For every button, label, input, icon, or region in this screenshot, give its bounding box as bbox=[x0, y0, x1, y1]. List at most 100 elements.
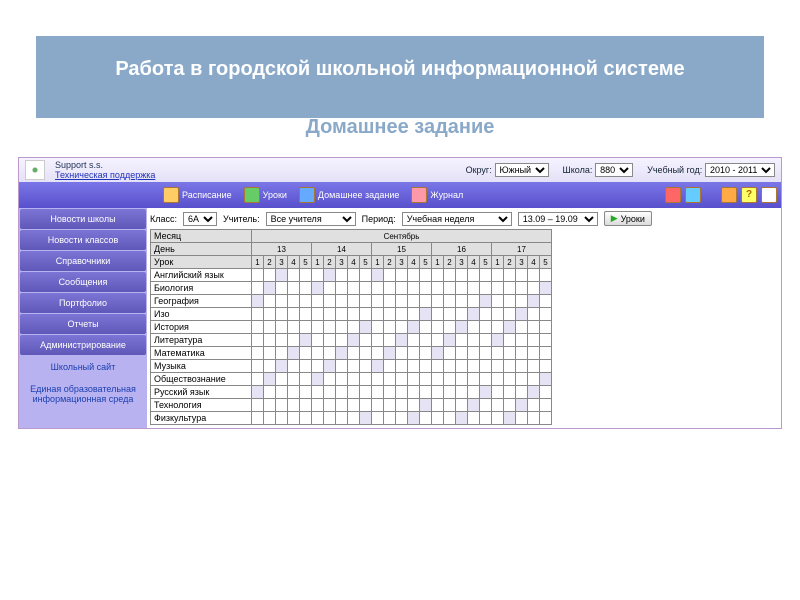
grid-cell[interactable] bbox=[300, 373, 312, 386]
grid-cell[interactable] bbox=[516, 321, 528, 334]
grid-cell[interactable] bbox=[372, 269, 384, 282]
sidebar-item-6[interactable]: Администрирование bbox=[20, 335, 146, 355]
grid-cell[interactable] bbox=[444, 347, 456, 360]
grid-cell[interactable] bbox=[324, 360, 336, 373]
grid-cell[interactable] bbox=[528, 412, 540, 425]
grid-cell[interactable] bbox=[336, 373, 348, 386]
grid-cell[interactable] bbox=[432, 295, 444, 308]
period-select[interactable]: Учебная неделя bbox=[402, 212, 512, 226]
grid-cell[interactable] bbox=[492, 373, 504, 386]
grid-cell[interactable] bbox=[396, 386, 408, 399]
grid-cell[interactable] bbox=[396, 347, 408, 360]
grid-cell[interactable] bbox=[312, 308, 324, 321]
grid-cell[interactable] bbox=[396, 295, 408, 308]
grid-cell[interactable] bbox=[516, 308, 528, 321]
grid-cell[interactable] bbox=[468, 308, 480, 321]
grid-cell[interactable] bbox=[384, 321, 396, 334]
school-select[interactable]: 880 bbox=[595, 163, 633, 177]
grid-cell[interactable] bbox=[396, 334, 408, 347]
grid-cell[interactable] bbox=[480, 282, 492, 295]
grid-cell[interactable] bbox=[480, 386, 492, 399]
exit-icon[interactable] bbox=[761, 187, 777, 203]
grid-cell[interactable] bbox=[540, 282, 552, 295]
grid-cell[interactable] bbox=[444, 282, 456, 295]
grid-cell[interactable] bbox=[432, 360, 444, 373]
grid-cell[interactable] bbox=[312, 334, 324, 347]
grid-cell[interactable] bbox=[372, 321, 384, 334]
grid-cell[interactable] bbox=[492, 308, 504, 321]
grid-cell[interactable] bbox=[252, 412, 264, 425]
grid-cell[interactable] bbox=[444, 360, 456, 373]
grid-cell[interactable] bbox=[540, 295, 552, 308]
grid-cell[interactable] bbox=[480, 412, 492, 425]
grid-cell[interactable] bbox=[516, 386, 528, 399]
grid-cell[interactable] bbox=[312, 321, 324, 334]
grid-cell[interactable] bbox=[276, 347, 288, 360]
grid-cell[interactable] bbox=[348, 386, 360, 399]
grid-cell[interactable] bbox=[540, 373, 552, 386]
grid-cell[interactable] bbox=[408, 360, 420, 373]
grid-cell[interactable] bbox=[456, 360, 468, 373]
grid-cell[interactable] bbox=[384, 373, 396, 386]
grid-cell[interactable] bbox=[420, 412, 432, 425]
grid-cell[interactable] bbox=[492, 412, 504, 425]
grid-cell[interactable] bbox=[348, 269, 360, 282]
grid-cell[interactable] bbox=[540, 386, 552, 399]
grid-cell[interactable] bbox=[324, 308, 336, 321]
grid-cell[interactable] bbox=[276, 269, 288, 282]
grid-cell[interactable] bbox=[528, 321, 540, 334]
grid-cell[interactable] bbox=[408, 399, 420, 412]
help-icon[interactable]: ? bbox=[741, 187, 757, 203]
grid-cell[interactable] bbox=[252, 321, 264, 334]
grid-cell[interactable] bbox=[456, 295, 468, 308]
edit-icon[interactable] bbox=[721, 187, 737, 203]
grid-cell[interactable] bbox=[528, 334, 540, 347]
grid-cell[interactable] bbox=[528, 295, 540, 308]
grid-cell[interactable] bbox=[252, 269, 264, 282]
grid-cell[interactable] bbox=[408, 373, 420, 386]
grid-cell[interactable] bbox=[444, 269, 456, 282]
grid-cell[interactable] bbox=[384, 386, 396, 399]
sidebar-item-5[interactable]: Отчеты bbox=[20, 314, 146, 334]
grid-cell[interactable] bbox=[384, 282, 396, 295]
grid-cell[interactable] bbox=[492, 334, 504, 347]
grid-cell[interactable] bbox=[456, 347, 468, 360]
grid-cell[interactable] bbox=[360, 347, 372, 360]
grid-cell[interactable] bbox=[444, 321, 456, 334]
grid-cell[interactable] bbox=[456, 282, 468, 295]
grid-cell[interactable] bbox=[540, 347, 552, 360]
grid-cell[interactable] bbox=[276, 295, 288, 308]
grid-cell[interactable] bbox=[252, 308, 264, 321]
sidebar-item-4[interactable]: Портфолио bbox=[20, 293, 146, 313]
grid-cell[interactable] bbox=[468, 373, 480, 386]
grid-cell[interactable] bbox=[348, 373, 360, 386]
tech-support-link[interactable]: Техническая поддержка bbox=[55, 170, 155, 180]
grid-cell[interactable] bbox=[456, 269, 468, 282]
grid-cell[interactable] bbox=[276, 360, 288, 373]
grid-cell[interactable] bbox=[324, 386, 336, 399]
grid-cell[interactable] bbox=[384, 412, 396, 425]
grid-cell[interactable] bbox=[540, 308, 552, 321]
grid-cell[interactable] bbox=[288, 269, 300, 282]
class-select[interactable]: 6А bbox=[183, 212, 217, 226]
grid-cell[interactable] bbox=[360, 282, 372, 295]
grid-cell[interactable] bbox=[456, 399, 468, 412]
grid-cell[interactable] bbox=[468, 321, 480, 334]
menu-homework[interactable]: Домашнее задание bbox=[299, 187, 400, 203]
grid-cell[interactable] bbox=[468, 269, 480, 282]
grid-cell[interactable] bbox=[504, 308, 516, 321]
grid-cell[interactable] bbox=[492, 386, 504, 399]
grid-cell[interactable] bbox=[408, 412, 420, 425]
grid-cell[interactable] bbox=[456, 321, 468, 334]
grid-cell[interactable] bbox=[468, 399, 480, 412]
grid-cell[interactable] bbox=[264, 412, 276, 425]
grid-cell[interactable] bbox=[384, 360, 396, 373]
grid-cell[interactable] bbox=[324, 282, 336, 295]
edu-env-link[interactable]: Единая образовательная информационная ср… bbox=[19, 378, 147, 410]
tool-icon-2[interactable] bbox=[685, 187, 701, 203]
grid-cell[interactable] bbox=[288, 360, 300, 373]
grid-cell[interactable] bbox=[348, 334, 360, 347]
grid-cell[interactable] bbox=[360, 295, 372, 308]
grid-cell[interactable] bbox=[336, 282, 348, 295]
grid-cell[interactable] bbox=[480, 360, 492, 373]
